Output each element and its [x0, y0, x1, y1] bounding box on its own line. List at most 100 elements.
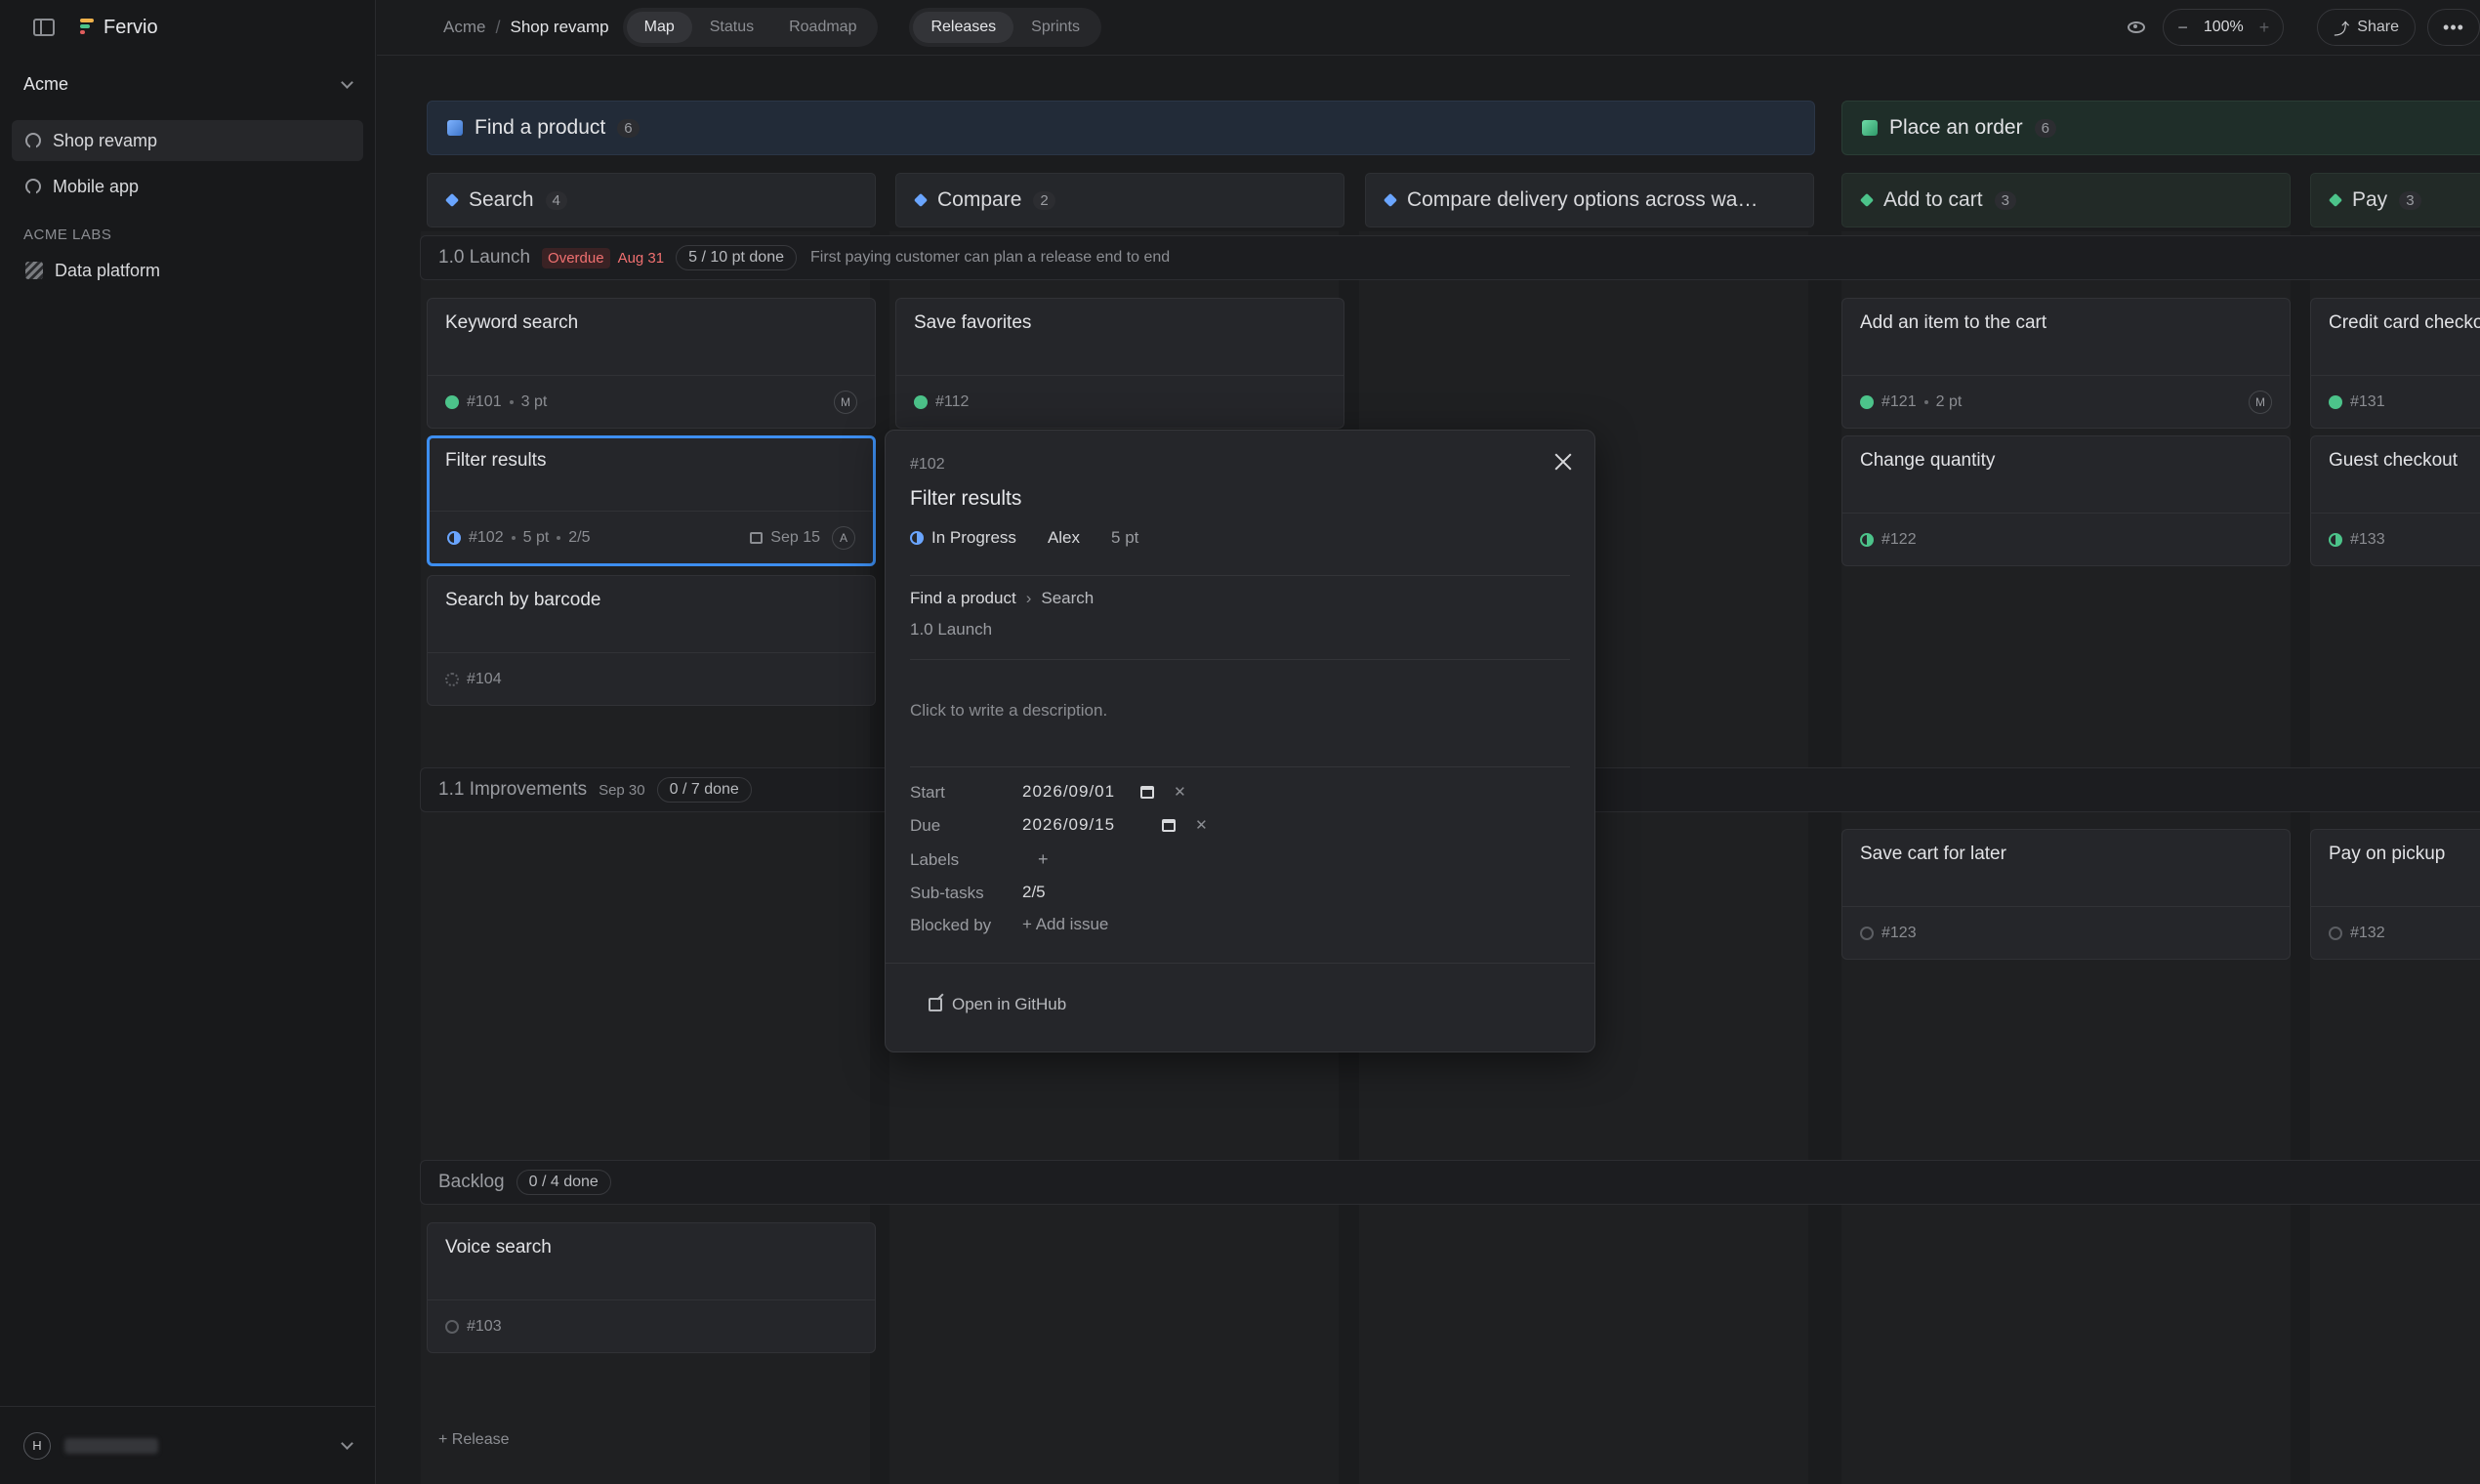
feature-pay[interactable]: Pay 3	[2310, 173, 2480, 227]
start-label: Start	[910, 783, 945, 802]
card-id: #101	[467, 392, 502, 410]
user-menu[interactable]: H	[0, 1406, 375, 1484]
release-row-1-0[interactable]: 1.0 Launch Overdue Aug 31 5 / 10 pt done…	[420, 235, 2480, 280]
tab-releases[interactable]: Releases	[913, 12, 1014, 43]
breadcrumb-org[interactable]: Acme	[443, 18, 485, 37]
issue-release[interactable]: 1.0 Launch	[910, 620, 992, 639]
avatar: A	[832, 525, 855, 550]
add-blocking-issue-button[interactable]: + Add issue	[1022, 915, 1108, 934]
app-logo[interactable]: Fervio	[80, 17, 158, 39]
epic-find-a-product[interactable]: Find a product 6	[427, 101, 1815, 155]
open-in-github-link[interactable]: Open in GitHub	[929, 995, 1066, 1014]
tab-sprints[interactable]: Sprints	[1013, 12, 1097, 43]
share-button[interactable]: ⤴ Share	[2317, 9, 2416, 46]
epic-count: 6	[2034, 118, 2056, 138]
card-footer: #112	[896, 375, 1343, 428]
github-icon	[25, 133, 41, 148]
ellipsis-icon: •••	[2443, 17, 2464, 37]
issue-points[interactable]: 5 pt	[1111, 528, 1138, 548]
feature-title: Compare delivery options across wa…	[1407, 188, 1758, 211]
status-in-progress-icon	[1860, 532, 1874, 547]
tab-status[interactable]: Status	[692, 12, 771, 43]
release-progress: 0 / 7 done	[656, 777, 752, 803]
blocked-by-field: + Add issue	[1022, 915, 1108, 934]
org-name: Acme	[23, 74, 69, 94]
sidebar-item-mobile-app[interactable]: Mobile app	[12, 166, 363, 207]
card-id: #132	[2350, 924, 2385, 941]
sidebar: Fervio Acme Shop revamp Mobile app ACME …	[0, 0, 376, 1484]
issue-feature[interactable]: Search	[1041, 589, 1094, 608]
epic-icon	[447, 120, 463, 136]
sidebar-toggle-icon[interactable]	[33, 19, 55, 36]
release-date: Sep 30	[599, 781, 645, 799]
card-footer: #133	[2311, 513, 2480, 565]
due-label: Due	[910, 816, 941, 835]
feature-compare-delivery[interactable]: Compare delivery options across wa…	[1365, 173, 1814, 227]
sidebar-item-shop-revamp[interactable]: Shop revamp	[12, 120, 363, 161]
tab-roadmap[interactable]: Roadmap	[771, 12, 874, 43]
epic-place-an-order[interactable]: Place an order 6	[1841, 101, 2480, 155]
avatar: M	[2249, 390, 2272, 414]
status-todo-icon	[2329, 926, 2342, 940]
feature-compare[interactable]: Compare 2	[895, 173, 1344, 227]
sidebar-item-data-platform[interactable]: Data platform	[12, 250, 363, 291]
card-103[interactable]: Voice search #103	[427, 1222, 876, 1353]
card-title: Search by barcode	[445, 590, 601, 610]
feature-search[interactable]: Search 4	[427, 173, 876, 227]
sidebar-section-label: ACME LABS	[23, 227, 112, 243]
card-id: #103	[467, 1317, 502, 1335]
card-122[interactable]: Change quantity #122	[1841, 435, 2291, 566]
card-133[interactable]: Guest checkout #133	[2310, 435, 2480, 566]
card-132[interactable]: Pay on pickup #132	[2310, 829, 2480, 960]
card-121[interactable]: Add an item to the cart #121 2 pt M	[1841, 298, 2291, 429]
zoom-control: − 100% +	[2163, 9, 2285, 46]
issue-status[interactable]: In Progress	[931, 528, 1016, 548]
subtasks-value[interactable]: 2/5	[1022, 883, 1046, 902]
card-123[interactable]: Save cart for later #123	[1841, 829, 2291, 960]
zoom-in-button[interactable]: +	[2259, 18, 2270, 38]
tab-map[interactable]: Map	[626, 12, 692, 43]
epic-title: Find a product	[475, 116, 606, 139]
close-icon[interactable]	[1553, 452, 1573, 472]
more-options-button[interactable]: •••	[2427, 9, 2480, 46]
eye-icon[interactable]	[2128, 21, 2146, 33]
card-due-date: Sep 15	[770, 528, 820, 546]
share-icon: ⤴	[2334, 21, 2350, 38]
card-title: Save favorites	[914, 312, 1032, 333]
card-112[interactable]: Save favorites #112	[895, 298, 1344, 429]
clear-icon[interactable]: ✕	[1174, 783, 1186, 801]
calendar-icon[interactable]	[1162, 818, 1177, 832]
issue-epic[interactable]: Find a product	[910, 589, 1016, 608]
avatar: H	[23, 1431, 51, 1460]
release-row-backlog[interactable]: Backlog 0 / 4 done	[420, 1160, 2480, 1205]
issue-title[interactable]: Filter results	[910, 487, 1021, 511]
zoom-out-button[interactable]: −	[2177, 18, 2188, 38]
sidebar-item-label: Data platform	[55, 260, 161, 280]
card-id: #121	[1881, 392, 1917, 410]
status-done-icon	[1860, 394, 1874, 409]
calendar-icon	[750, 531, 764, 544]
card-102[interactable]: Filter results #102 5 pt 2/5 Sep 15 A	[427, 435, 876, 566]
epic-title: Place an order	[1889, 116, 2023, 139]
due-date-input[interactable]: 2026/09/15	[1022, 815, 1115, 835]
issue-assignee[interactable]: Alex	[1048, 528, 1080, 548]
status-in-progress-icon	[910, 531, 924, 545]
add-release-button[interactable]: + Release	[438, 1431, 510, 1449]
status-todo-icon	[445, 1319, 459, 1334]
card-footer: #101 3 pt M	[428, 375, 875, 428]
add-label-button[interactable]: +	[1038, 849, 1049, 870]
card-101[interactable]: Keyword search #101 3 pt M	[427, 298, 876, 429]
card-131[interactable]: Credit card checkout #131	[2310, 298, 2480, 429]
org-switcher[interactable]: Acme	[23, 74, 353, 95]
breadcrumb-project[interactable]: Shop revamp	[510, 18, 608, 37]
description-field[interactable]: Click to write a description.	[910, 701, 1107, 721]
clear-icon[interactable]: ✕	[1195, 816, 1208, 834]
card-104[interactable]: Search by barcode #104	[427, 575, 876, 706]
sidebar-item-label: Mobile app	[53, 176, 140, 196]
start-date-input[interactable]: 2026/09/01	[1022, 782, 1115, 802]
calendar-icon[interactable]	[1140, 785, 1155, 799]
feature-add-to-cart[interactable]: Add to cart 3	[1841, 173, 2291, 227]
card-points: 5 pt	[522, 528, 550, 546]
separator-dot	[509, 399, 514, 404]
release-name: 1.1 Improvements	[438, 779, 588, 800]
